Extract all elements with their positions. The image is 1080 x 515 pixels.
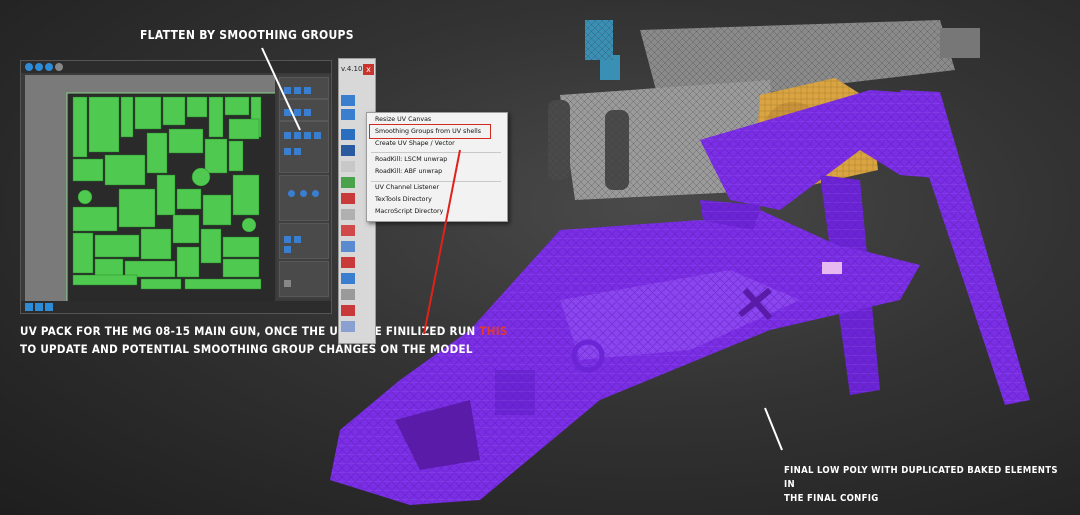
smoothing-pointer-line (423, 149, 461, 335)
flatten-pointer-line (261, 47, 301, 131)
final-pointer-line (764, 407, 783, 451)
annotation-pointers (261, 47, 783, 451)
screenshot-canvas: FLATTEN BY SMOOTHING GROUPS UV PACK FOR … (0, 0, 1080, 515)
